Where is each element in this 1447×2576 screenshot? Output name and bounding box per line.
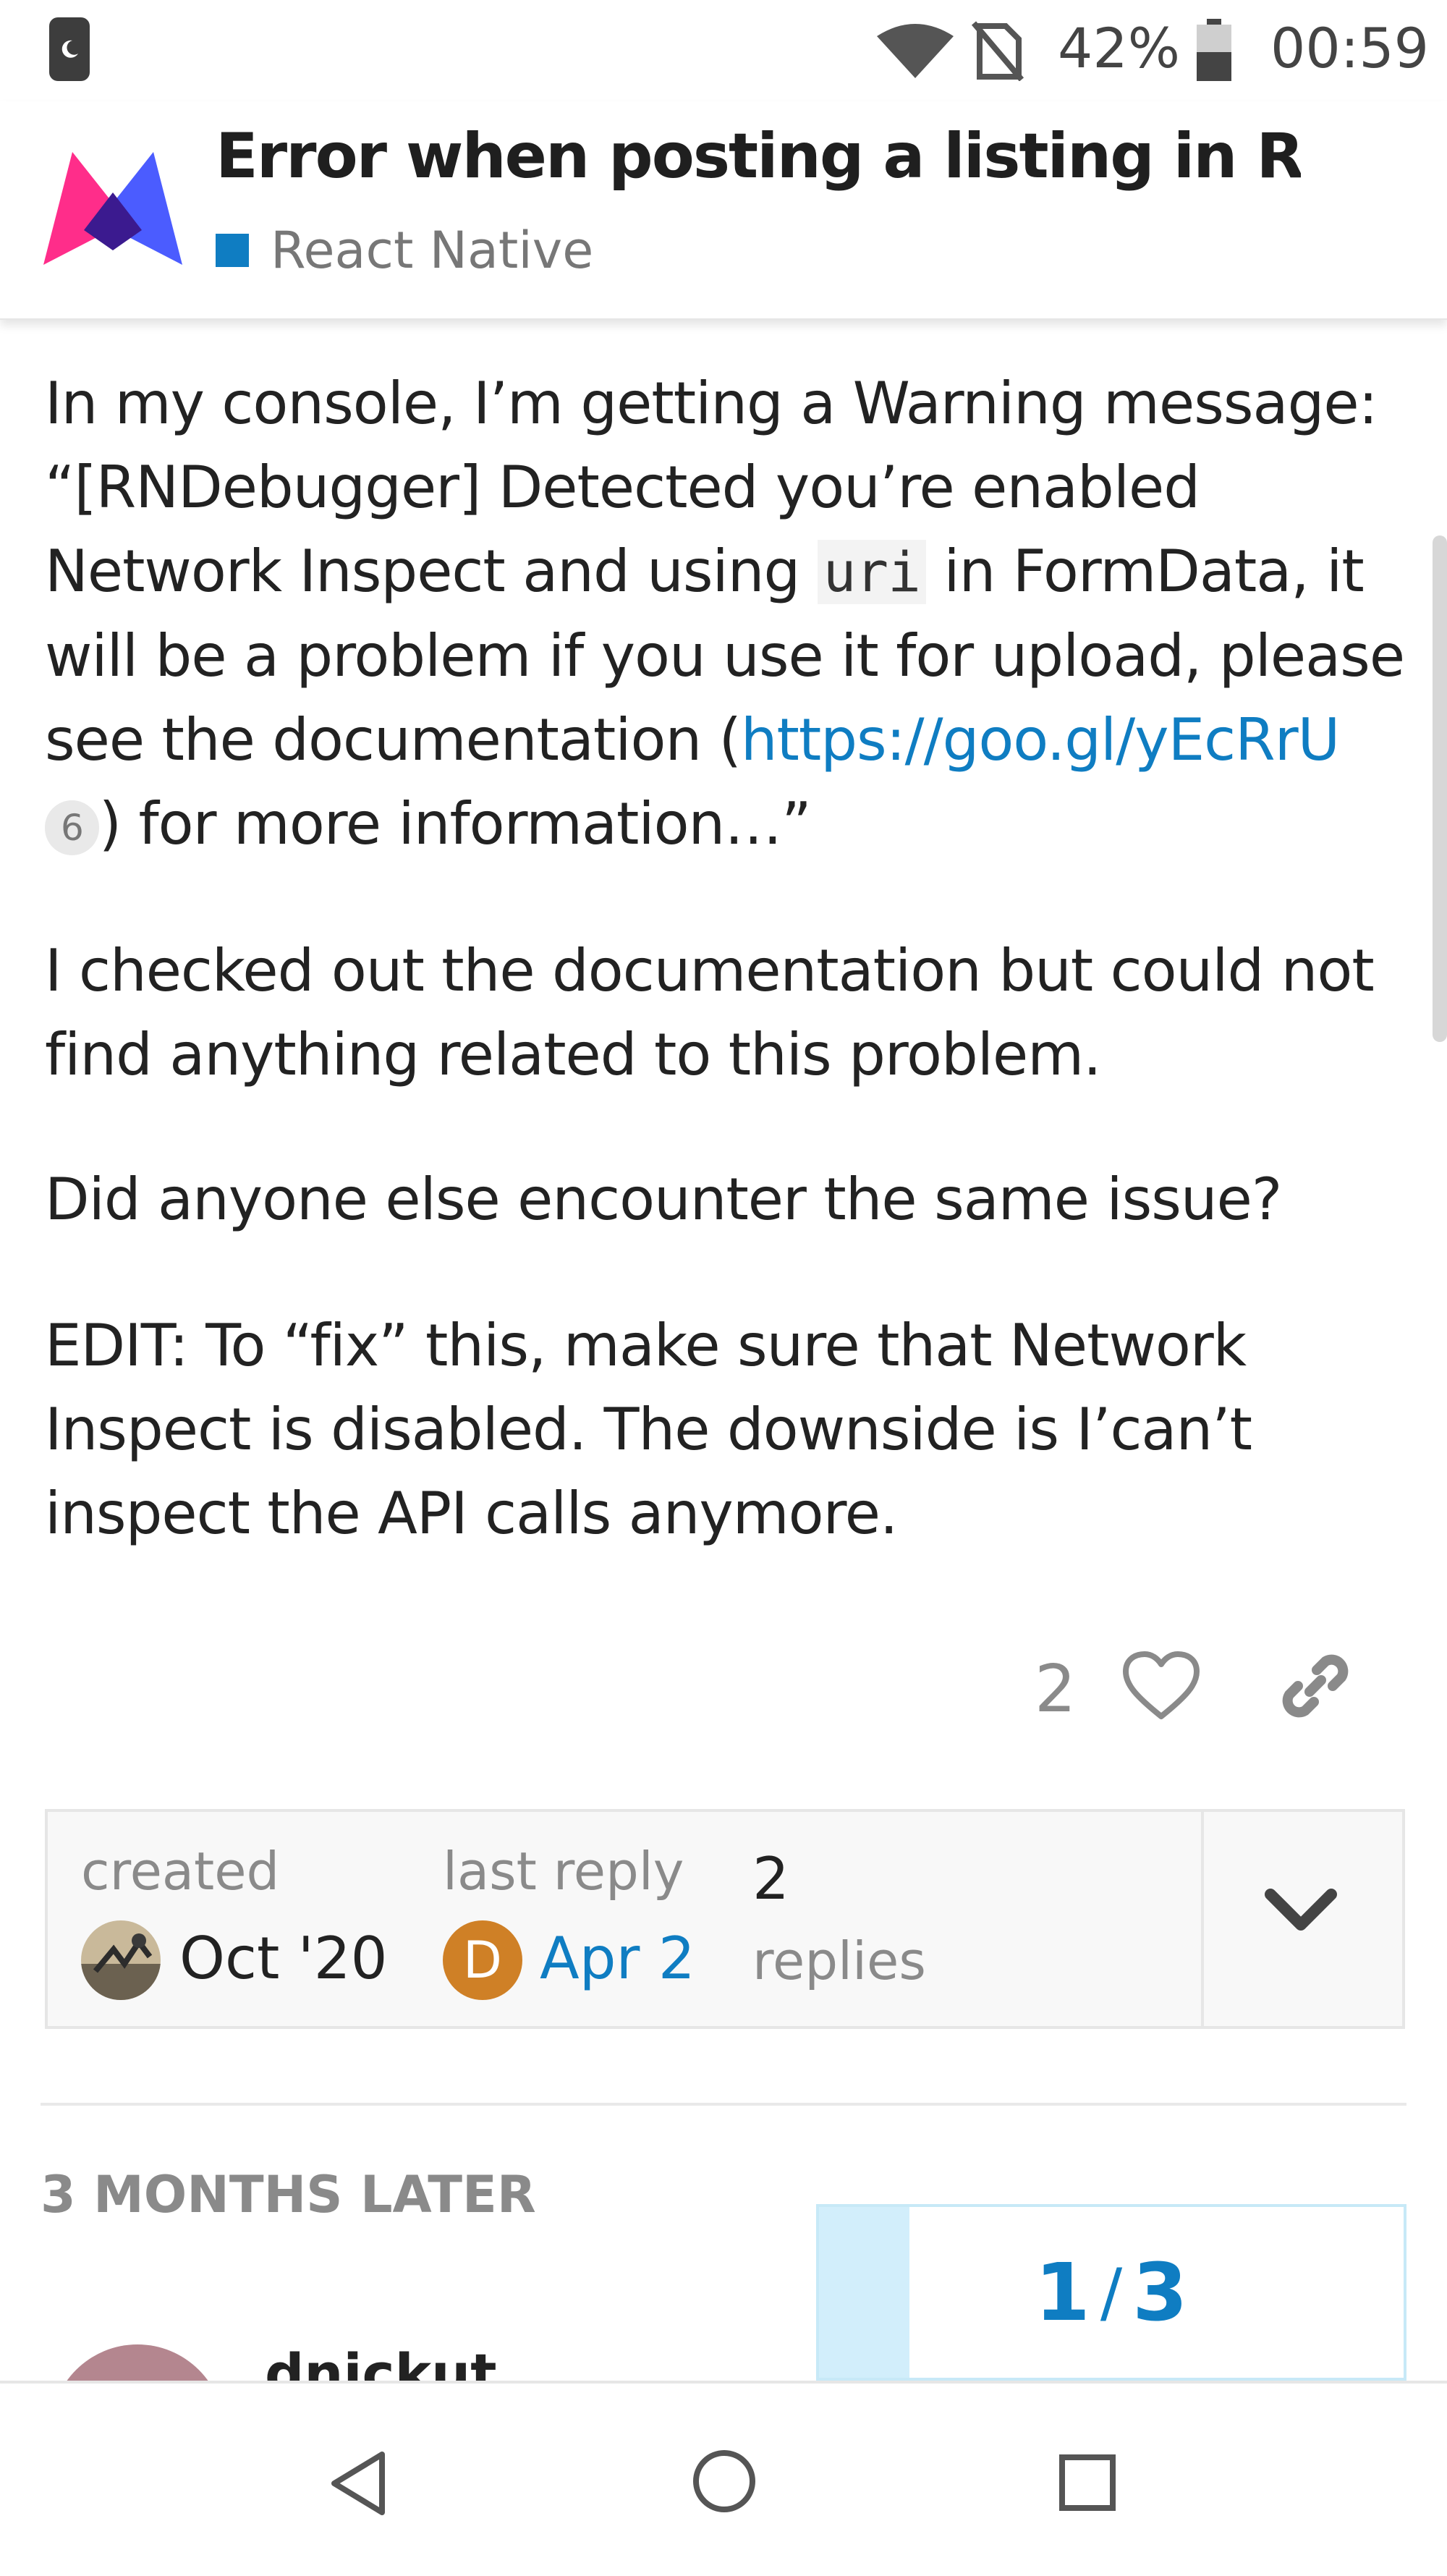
post-paragraph: In my console, I’m getting a Warning mes…: [45, 362, 1405, 866]
wifi-icon: [877, 24, 954, 78]
replies-label: replies: [752, 1931, 926, 1991]
share-link-icon[interactable]: [1278, 1648, 1353, 1724]
navigation-bar: [0, 2381, 1447, 2576]
chevron-down-icon[interactable]: [1263, 1886, 1338, 1936]
post-text: Did anyone else encounter the same issue…: [45, 1166, 1282, 1233]
recents-icon[interactable]: [1059, 2454, 1116, 2511]
avatar[interactable]: D: [443, 1920, 522, 2000]
no-sim-icon: [971, 21, 1024, 81]
clock: 00:59: [1270, 16, 1430, 80]
scrollbar[interactable]: [1433, 535, 1447, 1042]
category-name: React Native: [271, 221, 594, 280]
progress-counter: 1 / 3: [819, 2207, 1404, 2378]
replies-count: 2: [752, 1845, 789, 1912]
topic-title[interactable]: Error when posting a listing in Re…: [216, 120, 1301, 192]
inline-code: uri: [817, 540, 926, 604]
category-color-swatch: [216, 234, 249, 267]
category-badge[interactable]: React Native: [216, 221, 594, 280]
post-paragraph: EDIT: To “fix” this, make sure that Netw…: [45, 1304, 1405, 1556]
documentation-link[interactable]: https://goo.gl/yEcRrU: [741, 706, 1340, 774]
link-click-count: 6: [45, 800, 99, 856]
post-text: ) for more information…”: [98, 790, 812, 857]
topic-progress[interactable]: 1 / 3: [816, 2204, 1406, 2381]
status-bar: 42% 00:59: [0, 0, 1447, 101]
created-date: Oct '20: [179, 1925, 388, 1992]
progress-current: 1: [1035, 2246, 1090, 2339]
time-gap-label: 3 MONTHS LATER: [41, 2165, 536, 2224]
progress-total: 3: [1132, 2246, 1188, 2339]
moon-icon: [49, 17, 90, 81]
heart-icon[interactable]: [1121, 1650, 1201, 1722]
last-reply-label: last reply: [443, 1841, 684, 1902]
avatar[interactable]: [81, 1920, 161, 2000]
created-label: created: [81, 1841, 280, 1902]
divider: [41, 2103, 1406, 2106]
topic-map: created Oct '20 last reply D Apr 2 2 rep…: [45, 1809, 1405, 2029]
battery-icon: [1197, 19, 1231, 81]
like-count[interactable]: 2: [1035, 1651, 1076, 1727]
last-reply-date[interactable]: Apr 2: [540, 1925, 695, 1992]
back-icon[interactable]: [326, 2449, 391, 2518]
site-logo[interactable]: [41, 142, 185, 278]
post-paragraph: I checked out the documentation but coul…: [45, 929, 1405, 1097]
battery-percent: 42%: [1058, 16, 1180, 80]
post-text: EDIT: To “fix” this, make sure that Netw…: [45, 1312, 1252, 1547]
divider: [1201, 1812, 1204, 2026]
post-text: I checked out the documentation but coul…: [45, 937, 1375, 1088]
topic-header: Error when posting a listing in Re… Reac…: [0, 101, 1447, 320]
progress-separator: /: [1100, 2254, 1123, 2331]
home-icon[interactable]: [692, 2449, 757, 2514]
post-paragraph: Did anyone else encounter the same issue…: [45, 1158, 1405, 1242]
